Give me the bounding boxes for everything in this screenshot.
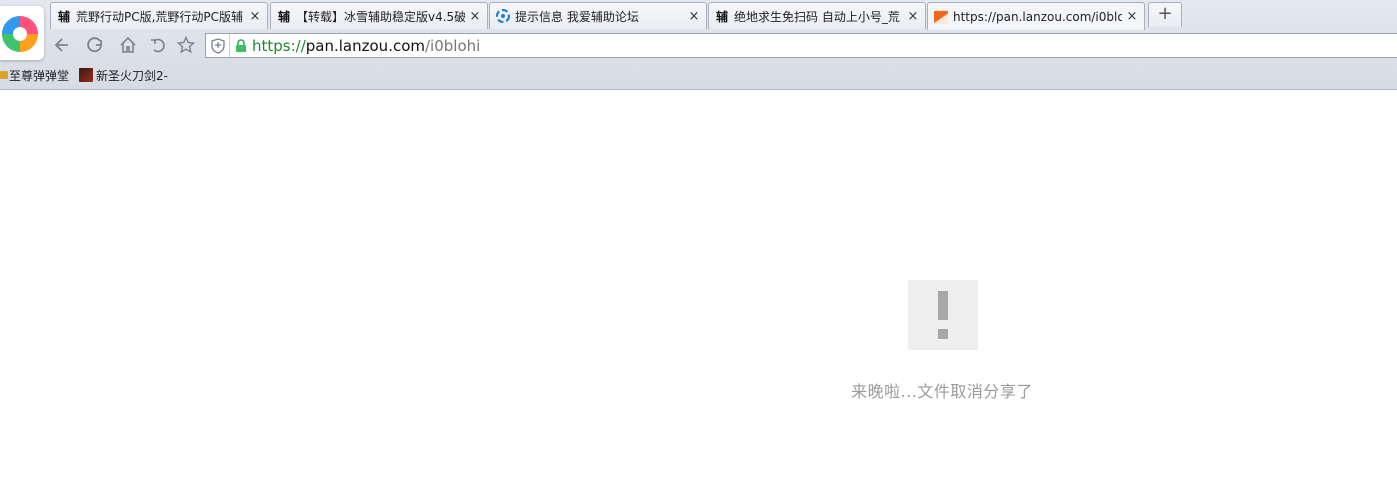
undo-icon [151, 38, 165, 53]
tab-1[interactable]: 辅 荒野行动PC版,荒野行动PC版辅 × [50, 2, 268, 29]
url-host: pan.lanzou.com [305, 36, 425, 55]
bookmark-item[interactable]: 至尊弹弹堂 [0, 67, 69, 84]
lock-icon[interactable] [230, 38, 252, 53]
tab-bar: 辅 荒野行动PC版,荒野行动PC版辅 × 辅 【转载】冰雪辅助稳定版v4.5破 … [50, 0, 1390, 30]
new-tab-button[interactable]: + [1148, 2, 1182, 27]
bookmark-label: 新圣火刀剑2- [96, 68, 168, 83]
refresh-button[interactable] [84, 34, 106, 56]
exclamation-bar [938, 291, 948, 320]
page-content: 来晚啦...文件取消分享了 [0, 91, 1397, 489]
back-arrow-icon [54, 38, 68, 52]
close-icon[interactable]: × [249, 9, 261, 24]
close-icon[interactable]: × [469, 9, 481, 24]
tab-favicon: 辅 [277, 9, 290, 24]
folder-icon [0, 71, 8, 79]
tab-2[interactable]: 辅 【转载】冰雪辅助稳定版v4.5破 × [270, 2, 488, 29]
exclamation-dot [938, 329, 948, 339]
share-cancelled-message: 来晚啦...文件取消分享了 [851, 382, 1033, 401]
back-button[interactable] [50, 34, 72, 56]
nav-toolbar: https://pan.lanzou.com/i0blohi [0, 30, 1397, 60]
tab-title: 绝地求生免扫码 自动上小号_荒 [734, 9, 900, 24]
tab-4[interactable]: 辅 绝地求生免扫码 自动上小号_荒 × [708, 2, 926, 29]
refresh-icon [87, 37, 102, 53]
browser-logo[interactable] [0, 6, 44, 60]
forum-logo-icon [496, 9, 510, 23]
home-icon [120, 36, 136, 53]
bookmark-item[interactable]: 新圣火刀剑2- [79, 67, 168, 84]
home-button[interactable] [117, 34, 139, 56]
tab-5-active[interactable]: https://pan.lanzou.com/i0blo × [927, 2, 1145, 30]
url-path: /i0blohi [425, 36, 481, 55]
bookmarks-bar: 至尊弹弹堂 新圣火刀剑2- [0, 62, 1397, 88]
address-bar[interactable]: https://pan.lanzou.com/i0blohi [205, 33, 1397, 58]
favorite-button[interactable] [175, 34, 197, 56]
tab-favicon: 辅 [715, 9, 728, 24]
close-icon[interactable]: × [688, 9, 700, 24]
close-icon[interactable]: × [907, 9, 919, 24]
url-text[interactable]: https://pan.lanzou.com/i0blohi [252, 37, 480, 55]
tab-title: 提示信息 我爱辅助论坛 [515, 9, 639, 24]
browser-logo-icon [2, 16, 38, 52]
bookmark-label: 至尊弹弹堂 [9, 68, 70, 83]
tab-title: 荒野行动PC版,荒野行动PC版辅 [76, 9, 244, 24]
tab-title: 【转载】冰雪辅助稳定版v4.5破 [296, 9, 465, 24]
undo-close-button[interactable] [147, 34, 169, 56]
tab-3[interactable]: 提示信息 我爱辅助论坛 × [489, 2, 707, 29]
url-scheme: https:// [252, 36, 306, 55]
browser-chrome: 辅 荒野行动PC版,荒野行动PC版辅 × 辅 【转载】冰雪辅助稳定版v4.5破 … [0, 0, 1397, 90]
lanzou-logo-icon [934, 10, 948, 24]
shield-icon[interactable] [206, 34, 230, 57]
close-icon[interactable]: × [1126, 9, 1138, 24]
star-icon [177, 36, 195, 54]
exclamation-icon [908, 280, 978, 350]
tab-title: https://pan.lanzou.com/i0blo [953, 9, 1122, 24]
game-icon [79, 68, 94, 82]
tab-favicon: 辅 [57, 9, 70, 24]
